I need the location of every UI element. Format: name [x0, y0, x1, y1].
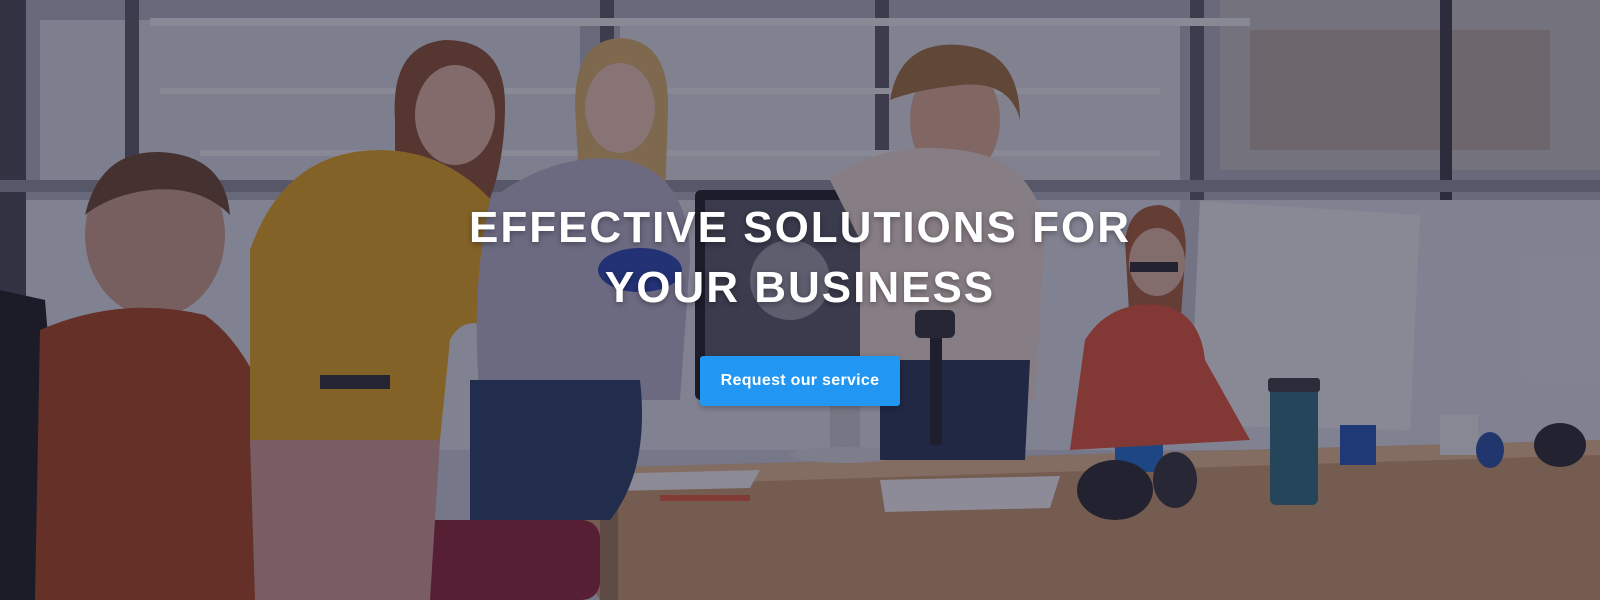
request-service-button[interactable]: Request our service — [700, 356, 900, 406]
headline-line-1: EFFECTIVE SOLUTIONS FOR — [468, 203, 1132, 252]
hero-banner: EFFECTIVE SOLUTIONS FOR YOUR BUSINESS Re… — [0, 0, 1600, 600]
hero-headline: EFFECTIVE SOLUTIONS FOR YOUR BUSINESS — [469, 198, 1131, 318]
hero-content: EFFECTIVE SOLUTIONS FOR YOUR BUSINESS Re… — [0, 198, 1600, 406]
headline-line-2: YOUR BUSINESS — [604, 263, 996, 312]
